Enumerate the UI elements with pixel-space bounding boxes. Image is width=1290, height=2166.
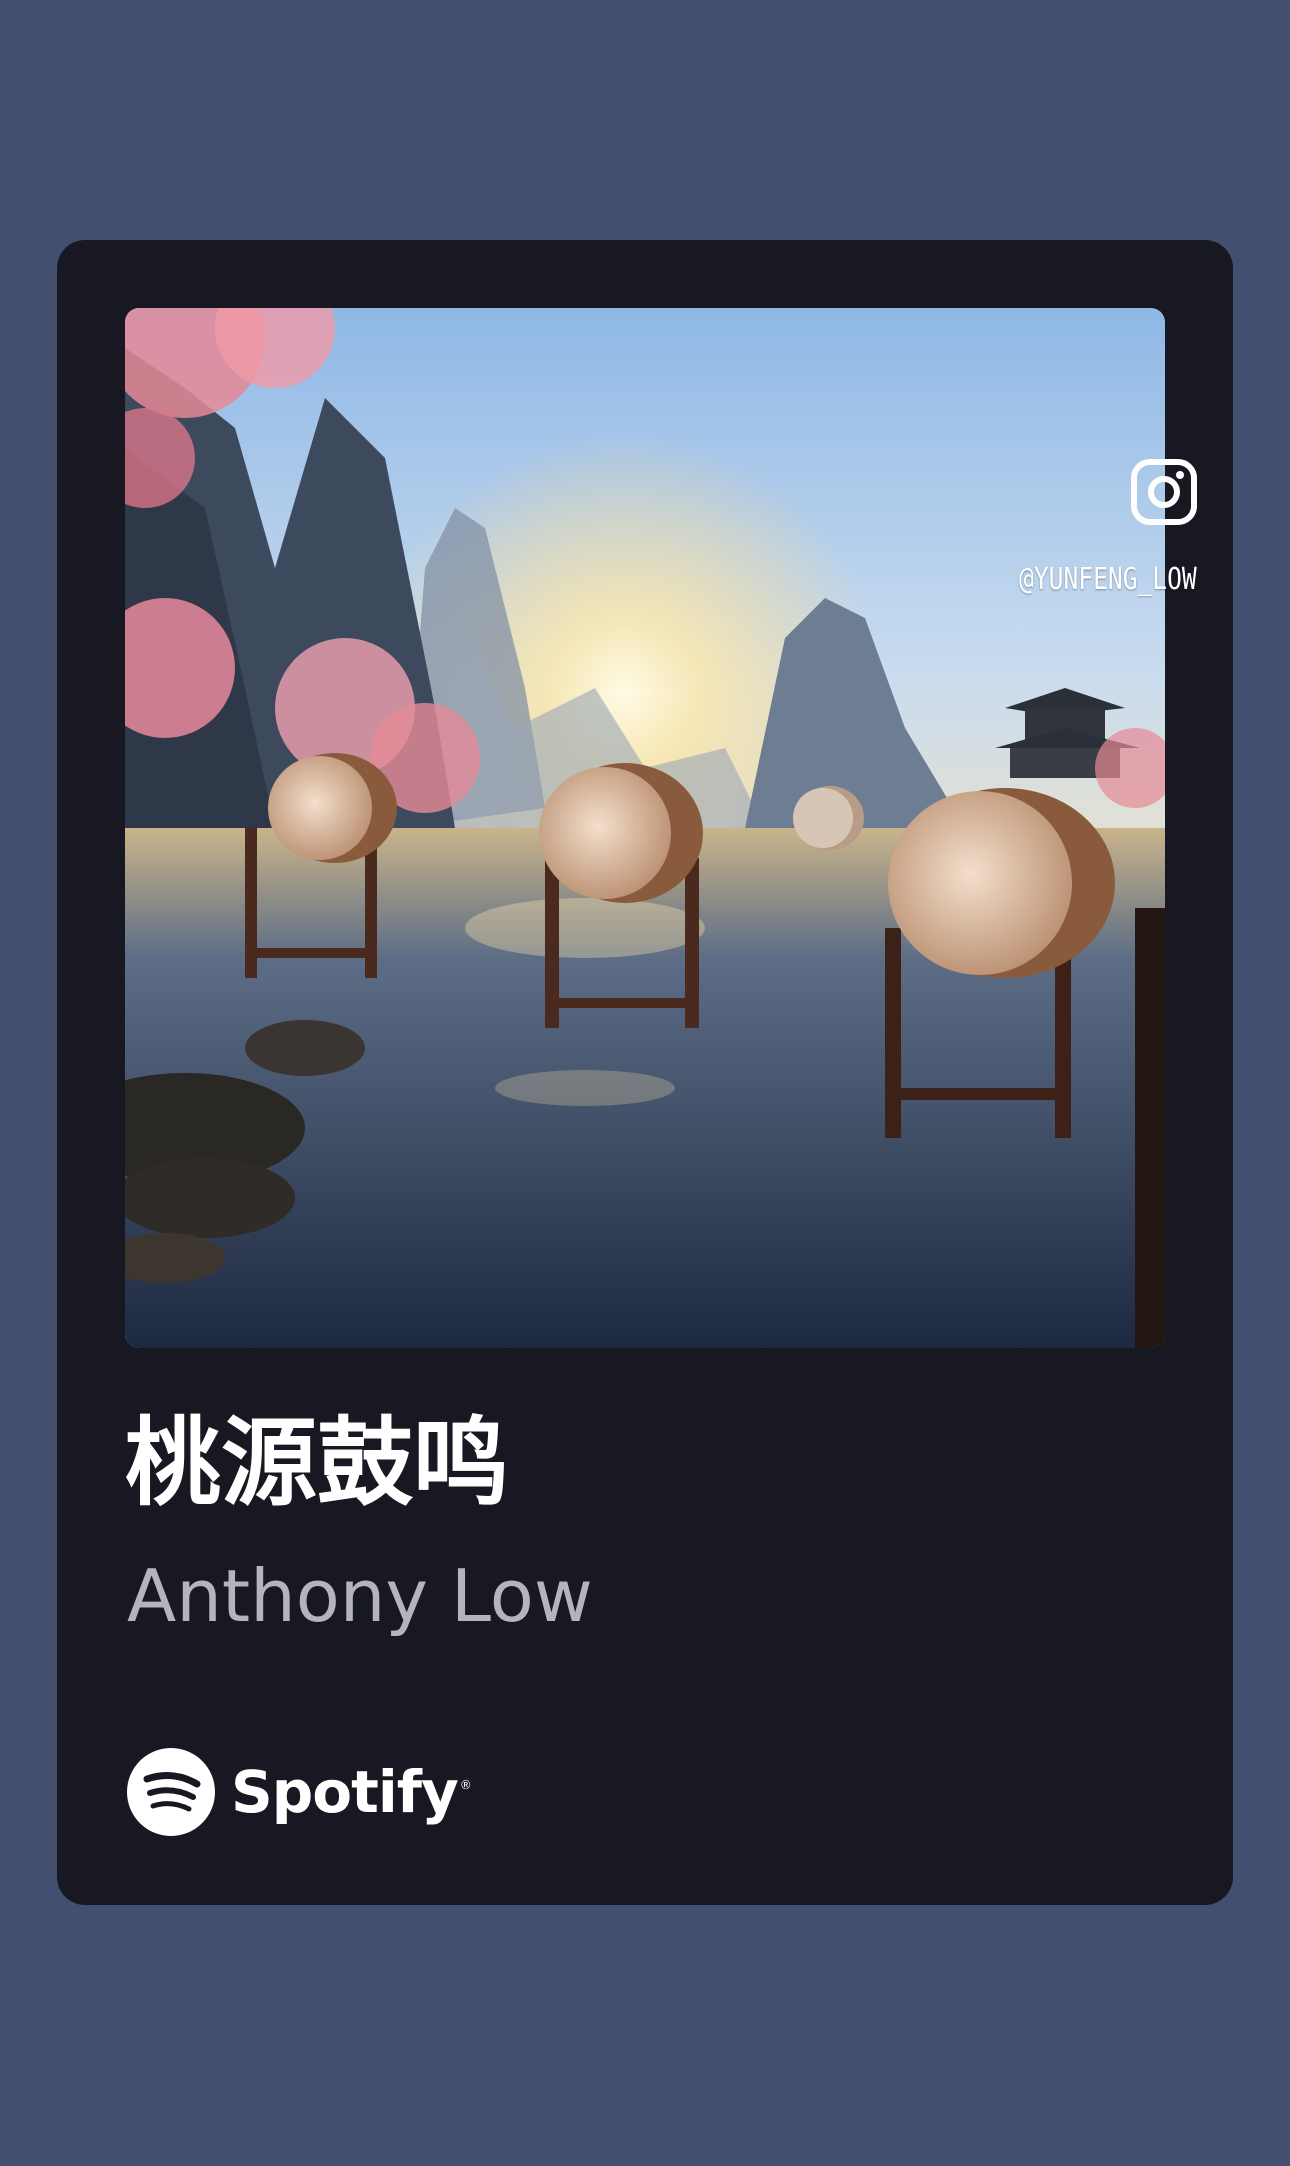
- instagram-handle[interactable]: @YUNFENG_LOW: [1019, 562, 1197, 597]
- share-card: 桃源鼓鸣 Anthony Low Spotify ®: [57, 240, 1233, 1905]
- album-artwork[interactable]: [125, 308, 1165, 1348]
- spotify-logo-icon: [127, 1748, 215, 1836]
- track-title: 桃源鼓鸣: [125, 1407, 509, 1519]
- artist-name: Anthony Low: [127, 1554, 593, 1638]
- spotify-brand[interactable]: Spotify ®: [127, 1748, 472, 1836]
- instagram-icon[interactable]: [1130, 458, 1198, 526]
- spotify-wordmark: Spotify: [231, 1758, 459, 1826]
- trademark-symbol: ®: [459, 1778, 472, 1792]
- artwork-illustration: [125, 308, 1165, 1348]
